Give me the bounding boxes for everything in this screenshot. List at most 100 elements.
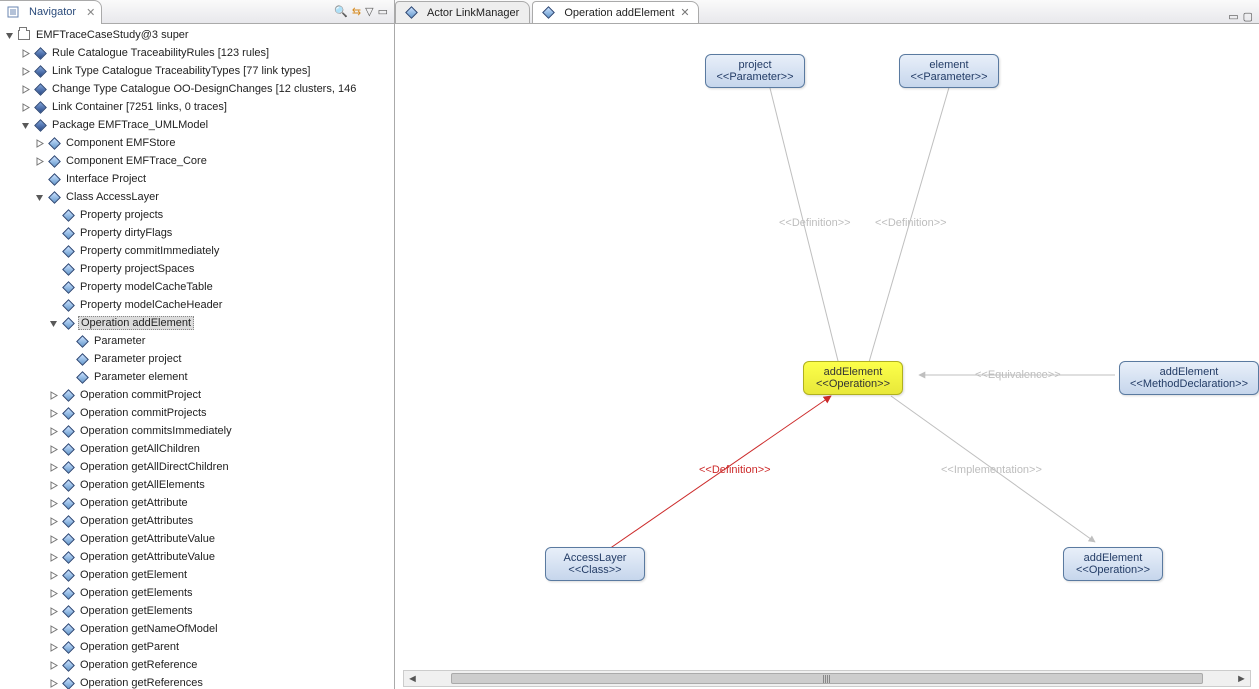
tree-item[interactable]: Operation getElements [0,584,394,602]
tree-item[interactable]: Class AccessLayer [0,188,394,206]
close-icon[interactable]: ✕ [680,6,689,19]
expand-icon[interactable] [20,84,31,95]
tree-item-label: Operation getAllDirectChildren [78,461,231,473]
tree-item[interactable]: Operation getAttributeValue [0,530,394,548]
tree-item[interactable]: Operation getElement [0,566,394,584]
tab-operation-addelement[interactable]: Operation addElement ✕ [532,1,698,23]
expand-icon[interactable] [20,48,31,59]
collapse-icon[interactable]: ⇆ [352,5,361,18]
link-with-editor-icon[interactable]: 🔍 [334,5,348,18]
tree-item[interactable]: Rule Catalogue TraceabilityRules [123 ru… [0,44,394,62]
tree-item[interactable]: Property commitImmediately [0,242,394,260]
tree-item[interactable]: Operation getAllDirectChildren [0,458,394,476]
diamond-icon [61,280,75,294]
tree-item[interactable]: Property modelCacheHeader [0,296,394,314]
expand-icon[interactable] [48,498,59,509]
tree-item[interactable]: Link Container [7251 links, 0 traces] [0,98,394,116]
tree-root[interactable]: EMFTraceCaseStudy@3 super [0,26,394,44]
expand-icon[interactable] [48,552,59,563]
tree-item-label: Operation commitProject [78,389,203,401]
tree-item[interactable]: Operation getElements [0,602,394,620]
expand-icon[interactable] [48,624,59,635]
scroll-left-icon[interactable]: ◄ [404,673,421,685]
expand-icon[interactable] [48,660,59,671]
expand-icon[interactable] [48,588,59,599]
node-accesslayer-class[interactable]: AccessLayer <<Class>> [545,547,645,581]
expand-icon[interactable] [48,516,59,527]
scroll-thumb[interactable] [451,673,1203,684]
tree-item[interactable]: Operation getReference [0,656,394,674]
tree-item[interactable]: Component EMFTrace_Core [0,152,394,170]
node-addelement-operation[interactable]: addElement <<Operation>> [803,361,903,395]
expand-icon[interactable] [20,120,31,131]
scroll-right-icon[interactable]: ► [1233,673,1250,685]
tree-item-label: Operation getElement [78,569,189,581]
tree-item[interactable]: Property dirtyFlags [0,224,394,242]
close-icon[interactable]: ✕ [86,6,95,19]
expand-icon[interactable] [48,426,59,437]
expand-icon[interactable] [48,606,59,617]
diamond-icon [61,658,75,672]
tree-item-label: Operation getAllChildren [78,443,202,455]
tree-item[interactable]: Operation getAttributes [0,512,394,530]
expand-icon[interactable] [48,480,59,491]
tree-item[interactable]: Operation getNameOfModel [0,620,394,638]
minimize-icon[interactable]: ▭ [1228,10,1238,23]
tree-view[interactable]: EMFTraceCaseStudy@3 superRule Catalogue … [0,24,394,689]
tree-item[interactable]: Parameter [0,332,394,350]
minimize-icon[interactable]: ▭ [378,5,388,18]
expand-icon[interactable] [48,534,59,545]
expand-icon[interactable] [4,30,15,41]
tree-item[interactable]: Property modelCacheTable [0,278,394,296]
node-element-parameter[interactable]: element <<Parameter>> [899,54,999,88]
tree-item[interactable]: Operation getAttributeValue [0,548,394,566]
expand-icon[interactable] [20,102,31,113]
tree-item[interactable]: Operation getAllElements [0,476,394,494]
expand-icon[interactable] [48,462,59,473]
editor-tab-bar: Actor LinkManager Operation addElement ✕… [395,0,1259,24]
node-project-parameter[interactable]: project <<Parameter>> [705,54,805,88]
tree-item[interactable]: Link Type Catalogue TraceabilityTypes [7… [0,62,394,80]
tree-item-label: Property commitImmediately [78,245,221,257]
navigator-tab[interactable]: Navigator ✕ [0,0,102,24]
tree-item[interactable]: Property projectSpaces [0,260,394,278]
expand-icon[interactable] [48,570,59,581]
expand-icon[interactable] [48,444,59,455]
tree-item[interactable]: Operation commitProjects [0,404,394,422]
tree-item[interactable]: Component EMFStore [0,134,394,152]
tree-item[interactable]: Parameter element [0,368,394,386]
tab-actor-linkmanager[interactable]: Actor LinkManager [395,1,530,23]
expand-icon[interactable] [48,678,59,689]
diagram-canvas[interactable]: project <<Parameter>> element <<Paramete… [395,24,1259,689]
expand-icon[interactable] [34,138,45,149]
tree-item[interactable]: Operation getParent [0,638,394,656]
tree-item[interactable]: Operation addElement [0,314,394,332]
maximize-icon[interactable]: ▢ [1243,10,1253,23]
expand-icon[interactable] [48,318,59,329]
tree-item[interactable]: Parameter project [0,350,394,368]
tree-item[interactable]: Interface Project [0,170,394,188]
tree-item[interactable]: Operation getAttribute [0,494,394,512]
navigator-icon [6,5,20,19]
tree-item[interactable]: Operation getReferences [0,674,394,689]
horizontal-scrollbar[interactable]: ◄ ► [403,670,1251,687]
expand-icon[interactable] [48,390,59,401]
node-title: element [910,59,988,71]
tree-item[interactable]: Property projects [0,206,394,224]
node-addelement-operation-2[interactable]: addElement <<Operation>> [1063,547,1163,581]
node-stereo: <<Operation>> [1074,564,1152,576]
expand-icon[interactable] [34,192,45,203]
node-addelement-methoddecl[interactable]: addElement <<MethodDeclaration>> [1119,361,1259,395]
tree-item[interactable]: Change Type Catalogue OO-DesignChanges [… [0,80,394,98]
scroll-track[interactable] [421,671,1233,686]
tree-item[interactable]: Package EMFTrace_UMLModel [0,116,394,134]
tree-item[interactable]: Operation commitProject [0,386,394,404]
view-menu-icon[interactable]: ▽ [365,5,373,18]
diamond-icon [33,64,47,78]
expand-icon[interactable] [48,642,59,653]
expand-icon[interactable] [34,156,45,167]
expand-icon[interactable] [48,408,59,419]
tree-item[interactable]: Operation commitsImmediately [0,422,394,440]
expand-icon[interactable] [20,66,31,77]
tree-item[interactable]: Operation getAllChildren [0,440,394,458]
